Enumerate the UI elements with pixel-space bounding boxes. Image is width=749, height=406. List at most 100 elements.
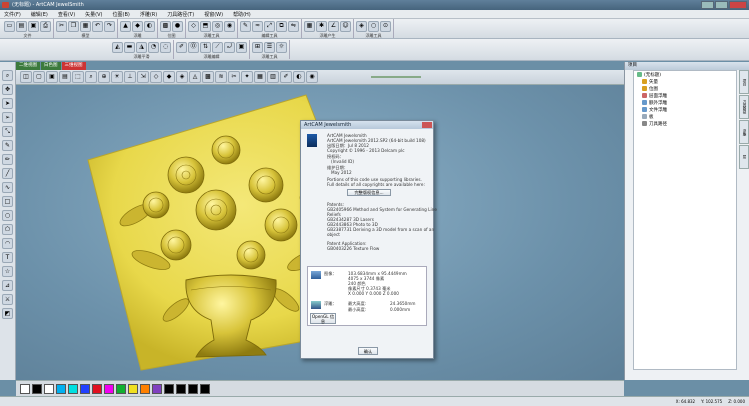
weave-icon[interactable]: ✱ xyxy=(316,20,327,32)
iso-view-icon[interactable]: ◫ xyxy=(20,71,32,83)
menu-relief[interactable]: 浮雕(R) xyxy=(140,11,157,18)
zoom-icon[interactable]: ⌕ xyxy=(2,70,13,81)
new-file-icon[interactable]: ▭ xyxy=(4,20,15,32)
shade-icon[interactable]: ◆ xyxy=(163,71,175,83)
material-icon[interactable]: ◈ xyxy=(176,71,188,83)
paste-icon[interactable]: ▦ xyxy=(80,20,91,32)
layers-icon[interactable]: ☰ xyxy=(264,41,275,53)
gem-icon[interactable]: ◈ xyxy=(356,20,367,32)
spin-icon[interactable]: ◎ xyxy=(212,20,223,32)
cut-icon[interactable]: ✂ xyxy=(56,20,67,32)
render-icon[interactable]: ✦ xyxy=(241,71,253,83)
light-bulb-icon[interactable]: ☀ xyxy=(111,71,123,83)
background-icon[interactable]: ▦ xyxy=(254,71,266,83)
toolpath-display-icon[interactable]: ≋ xyxy=(215,71,227,83)
color-icon[interactable]: ● xyxy=(172,20,183,32)
color-swatch[interactable] xyxy=(80,383,90,394)
zoom-fit-icon[interactable]: ⌕ xyxy=(85,71,97,83)
cut-plane-icon[interactable]: ✂ xyxy=(228,71,240,83)
tree-root[interactable]: (无标题) xyxy=(634,71,736,78)
rectangle-icon[interactable]: □ xyxy=(2,196,13,207)
undo-icon[interactable]: ↶ xyxy=(92,20,103,32)
menu-vector[interactable]: 矢量(V) xyxy=(85,11,102,18)
color-swatch[interactable] xyxy=(176,383,186,394)
smooth-icon[interactable]: ≈ xyxy=(252,20,263,32)
sculpt-icon[interactable]: ✎ xyxy=(240,20,251,32)
curve-icon[interactable]: ∿ xyxy=(2,182,13,193)
eye-icon[interactable]: ◉ xyxy=(306,71,318,83)
arc-icon[interactable]: ◠ xyxy=(2,238,13,249)
side-tab-toolpaths[interactable]: 刀具路径 xyxy=(739,95,749,119)
scale-icon[interactable]: ⤢ xyxy=(264,20,275,32)
tree-item-toolpaths[interactable]: 刀具路径 xyxy=(634,120,736,127)
relief-mask-icon[interactable]: ◐ xyxy=(144,20,155,32)
color-swatch[interactable] xyxy=(152,383,162,394)
zero-icon[interactable]: ⓪ xyxy=(188,41,199,53)
color-swatch[interactable] xyxy=(92,383,102,394)
pen-icon[interactable]: ✎ xyxy=(2,140,13,151)
color-swatch[interactable] xyxy=(140,383,150,394)
color-swatch[interactable] xyxy=(68,383,78,394)
move-relief-icon[interactable]: ⇲ xyxy=(137,71,149,83)
text-icon[interactable]: T xyxy=(2,252,13,263)
measure-icon[interactable]: ⊿ xyxy=(2,280,13,291)
light-icon[interactable]: ☼ xyxy=(276,41,287,53)
color-view-icon[interactable]: ◐ xyxy=(293,71,305,83)
paint-icon[interactable]: ✐ xyxy=(176,41,187,53)
ring-icon[interactable]: ○ xyxy=(368,20,379,32)
polygon-icon[interactable]: ⬠ xyxy=(2,224,13,235)
save-icon[interactable]: ▣ xyxy=(28,20,39,32)
side-tab-layers[interactable]: 层 xyxy=(739,145,749,169)
fill-icon[interactable]: ◩ xyxy=(2,308,13,319)
menu-edit[interactable]: 编辑(E) xyxy=(31,11,48,18)
color-swatch[interactable] xyxy=(164,383,174,394)
calc-icon[interactable]: ⊞ xyxy=(252,41,263,53)
menu-help[interactable]: 帮助(H) xyxy=(233,11,251,18)
redo-icon[interactable]: ↷ xyxy=(104,20,115,32)
vector-overlay-icon[interactable]: ◬ xyxy=(189,71,201,83)
pan-icon[interactable]: ✥ xyxy=(2,84,13,95)
color-swatch[interactable] xyxy=(200,383,210,394)
face-icon[interactable]: ☺ xyxy=(340,20,351,32)
node-edit-icon[interactable]: ➢ xyxy=(2,112,13,123)
band-icon[interactable]: ⊙ xyxy=(380,20,391,32)
invert-icon[interactable]: ⇅ xyxy=(200,41,211,53)
relief-add-icon[interactable]: ▲ xyxy=(120,20,131,32)
side-tab-relief[interactable]: 浮雕 xyxy=(739,120,749,144)
erase-icon[interactable]: ◌ xyxy=(160,41,171,53)
wireframe-icon[interactable]: ◇ xyxy=(150,71,162,83)
menu-file[interactable]: 文件(F) xyxy=(4,11,21,18)
color-swatch[interactable] xyxy=(56,383,66,394)
menu-view[interactable]: 查看(V) xyxy=(58,11,75,18)
bitmap-icon[interactable]: ▩ xyxy=(160,20,171,32)
turn-icon[interactable]: ◉ xyxy=(224,20,235,32)
print-icon[interactable]: ⎙ xyxy=(40,20,51,32)
color-swatch[interactable] xyxy=(104,383,114,394)
bitmap-overlay-icon[interactable]: ▩ xyxy=(202,71,214,83)
knife-icon[interactable]: ⚔ xyxy=(2,294,13,305)
angle-icon[interactable]: ∠ xyxy=(328,20,339,32)
mirror-icon[interactable]: ⇋ xyxy=(288,20,299,32)
circle-icon[interactable]: ○ xyxy=(2,210,13,221)
line-icon[interactable]: ╱ xyxy=(2,168,13,179)
fade-icon[interactable]: ◔ xyxy=(148,41,159,53)
top-view-icon[interactable]: ▣ xyxy=(46,71,58,83)
color-swatch[interactable] xyxy=(44,383,54,394)
tilt-icon[interactable]: ⟋ xyxy=(212,41,223,53)
color-swatch[interactable] xyxy=(188,383,198,394)
tab-3d-view[interactable]: 三维视图 xyxy=(61,62,86,70)
cube-icon[interactable]: ▣ xyxy=(236,41,247,53)
open-file-icon[interactable]: ▤ xyxy=(16,20,27,32)
tree-item-extra-reliefs[interactable]: 额外浮雕 xyxy=(634,99,736,106)
color-swatch[interactable] xyxy=(128,383,138,394)
brush-icon[interactable]: ✏ xyxy=(2,154,13,165)
texture-icon[interactable]: ▦ xyxy=(304,20,315,32)
relief-merge-icon[interactable]: ◆ xyxy=(132,20,143,32)
opengl-info-button[interactable]: OpenGL 信息 xyxy=(310,313,336,324)
zoom-slider[interactable] xyxy=(371,76,421,78)
smooth-relief-icon[interactable]: ◭ xyxy=(112,41,123,53)
minimize-button[interactable] xyxy=(701,1,714,9)
axis-icon[interactable]: ⊥ xyxy=(124,71,136,83)
grid-icon[interactable]: ▥ xyxy=(267,71,279,83)
star-icon[interactable]: ☆ xyxy=(2,266,13,277)
